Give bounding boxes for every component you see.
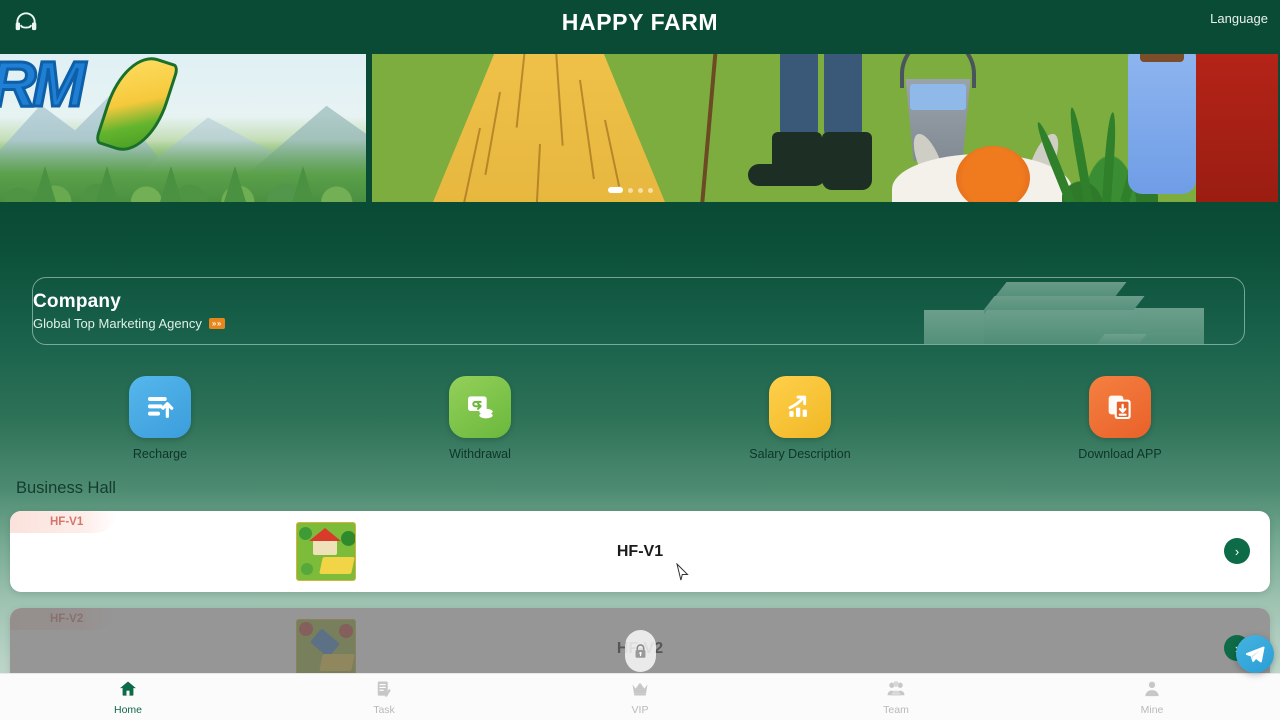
banner-carousel: RM <box>0 45 1280 210</box>
person-icon <box>1142 679 1162 702</box>
quick-actions: Recharge Withdrawal Salary Description D… <box>0 376 1280 461</box>
nav-label: Home <box>113 703 142 716</box>
company-text-block: Company Global Top Marketing Agency »» <box>33 291 225 331</box>
banner-farm-scene[interactable] <box>372 54 1278 202</box>
nav-item-vip[interactable]: VIP <box>512 674 768 720</box>
team-icon <box>886 679 906 702</box>
carousel-dot[interactable] <box>628 187 633 193</box>
app-header: HAPPY FARM Language <box>0 0 1280 45</box>
business-hall-title: Business Hall <box>16 479 116 497</box>
action-download-app[interactable]: Download APP <box>960 376 1280 461</box>
telegram-icon[interactable] <box>1236 635 1274 673</box>
tree-icon <box>224 166 246 202</box>
nav-label: Team <box>883 703 909 716</box>
nav-item-team[interactable]: Team <box>768 674 1024 720</box>
mouse-cursor <box>676 562 689 587</box>
recharge-icon <box>129 376 191 438</box>
carousel-indicators[interactable] <box>608 187 653 193</box>
nav-item-home[interactable]: Home <box>0 674 256 720</box>
chevron-badge-icon: »» <box>208 317 225 330</box>
business-card-hf-v1[interactable]: HF-V1 HF-V1 › <box>10 511 1270 592</box>
tree-icon <box>292 166 314 202</box>
nav-label: VIP <box>631 703 649 716</box>
boot-icon <box>822 132 872 190</box>
home-icon <box>118 679 138 702</box>
nav-item-task[interactable]: Task <box>256 674 512 720</box>
salary-icon <box>769 376 831 438</box>
action-salary-description[interactable]: Salary Description <box>640 376 960 461</box>
game-logo: RM <box>0 54 220 161</box>
banner-left-logo[interactable]: RM <box>0 54 366 202</box>
nav-label: Task <box>373 703 395 716</box>
container-cap <box>1140 54 1184 62</box>
action-recharge[interactable]: Recharge <box>0 376 320 461</box>
withdrawal-icon <box>449 376 511 438</box>
tree-icon <box>34 166 56 202</box>
headset-icon[interactable] <box>10 6 42 38</box>
download-icon <box>1089 376 1151 438</box>
chevron-right-icon[interactable]: › <box>1224 538 1250 564</box>
bottom-navigation: Home Task VIP Team Mine <box>0 673 1280 720</box>
company-subtitle: Global Top Marketing Agency <box>33 316 202 331</box>
tree-icon <box>96 166 118 202</box>
carousel-dot[interactable] <box>648 187 653 193</box>
crown-icon <box>630 679 650 702</box>
card-name: HF-V1 <box>616 542 664 560</box>
logo-text: RM <box>0 54 87 120</box>
carousel-dot-active[interactable] <box>608 187 623 193</box>
task-icon <box>374 679 394 702</box>
company-banner[interactable]: Company Global Top Marketing Agency »» <box>32 277 1245 345</box>
company-artwork <box>924 278 1224 344</box>
tree-icon <box>160 166 182 202</box>
nav-label: Mine <box>1140 703 1164 716</box>
cow-mane <box>956 146 1030 202</box>
language-selector[interactable]: Language <box>1210 11 1268 26</box>
company-subtitle-row: Global Top Marketing Agency »» <box>33 316 225 331</box>
lock-icon <box>625 630 656 672</box>
action-label: Salary Description <box>749 447 851 461</box>
action-label: Recharge <box>132 447 188 461</box>
boot-icon <box>748 164 826 186</box>
walking-stick <box>698 54 720 202</box>
action-label: Withdrawal <box>449 447 511 461</box>
company-title: Company <box>33 291 121 312</box>
nav-item-mine[interactable]: Mine <box>1024 674 1280 720</box>
blue-container <box>1128 54 1196 194</box>
action-withdrawal[interactable]: Withdrawal <box>320 376 640 461</box>
carousel-dot[interactable] <box>638 187 643 193</box>
action-label: Download APP <box>1078 447 1162 461</box>
page-title: HAPPY FARM <box>561 9 719 35</box>
bucket-water <box>910 84 966 110</box>
haystack-shape <box>424 54 674 202</box>
farmer-leg <box>780 54 818 136</box>
app-page: HAPPY FARM Language RM <box>0 0 1280 720</box>
farmer-leg <box>824 54 862 136</box>
red-cloth <box>1196 54 1278 202</box>
